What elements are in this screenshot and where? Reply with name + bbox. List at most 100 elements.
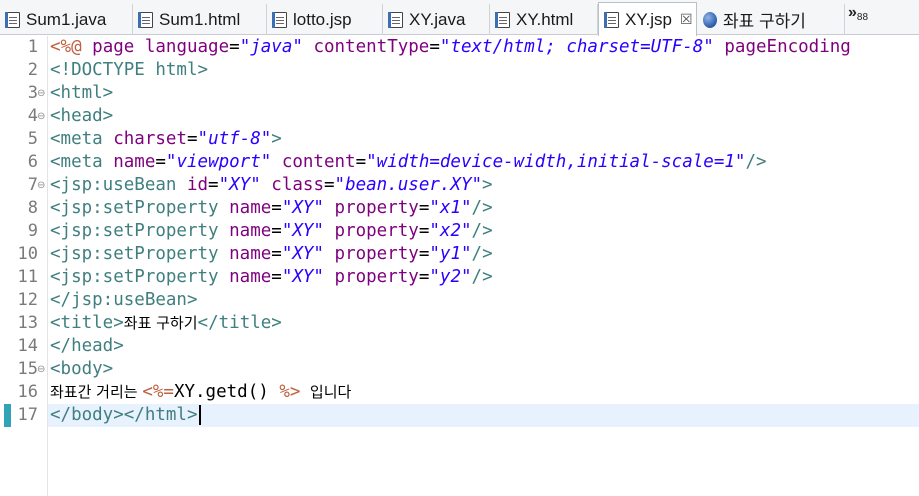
code-token: </title> [197,313,282,333]
code-token: "bean.user.XY" [334,175,483,195]
tab-label: Sum1.java [26,9,107,29]
code-line[interactable]: </head> [50,335,919,358]
close-tab-icon[interactable]: ☒ [680,11,693,28]
code-token: name [229,244,272,264]
code-line[interactable]: <html> [50,82,919,105]
fold-toggle-icon[interactable]: ⊖ [37,174,45,197]
code-token: = [271,244,282,264]
code-token: <%= [142,382,174,402]
code-line[interactable]: <jsp:setProperty name="XY" property="y2"… [50,266,919,289]
code-token: id [186,175,209,195]
code-token: <html> [50,83,114,103]
fold-toggle-icon[interactable]: ⊖ [37,105,45,128]
tab-browser-preview[interactable]: 좌표 구하기 [697,4,845,35]
code-token: /> [471,198,493,218]
text-caret [198,405,201,425]
tab-label: XY.java [409,9,466,29]
code-editor[interactable]: 1 <%@ page language="java" contentType="t… [0,36,919,496]
code-line[interactable]: <title>좌표 구하기</title> [50,312,919,335]
line-number: 7 [27,175,38,195]
line-number: 9 [27,221,38,241]
code-token: <head> [50,106,114,126]
code-line[interactable]: <jsp:useBean id="XY" class="bean.user.XY… [50,174,919,197]
code-token: = [229,37,240,57]
code-line[interactable]: <body> [50,358,919,381]
tab-label: Sum1.html [159,9,241,29]
code-token: /> [471,221,493,241]
tab-lotto-jsp[interactable]: lotto.jsp [267,4,383,35]
code-token: = [186,129,198,149]
code-line[interactable]: 좌표간 거리는 <%=XY.getd() %> 입니다 [50,381,919,404]
code-token: property [334,198,419,218]
line-number: 1 [27,37,38,57]
fold-toggle-icon[interactable]: ⊖ [37,358,45,381]
code-token: 좌표간 거리는 [50,383,143,401]
line-number: 8 [27,198,38,218]
code-line[interactable]: </body></html> [50,404,919,427]
code-line[interactable]: <head> [50,105,919,128]
code-line[interactable]: <meta name="viewport" content="width=dev… [50,151,919,174]
tab-sum1-html[interactable]: Sum1.html [133,4,267,35]
code-token: "utf-8" [197,129,272,149]
code-token: <meta [50,129,114,149]
code-line[interactable]: <jsp:setProperty name="XY" property="y1"… [50,243,919,266]
code-token: = [271,221,282,241]
code-token: "viewport" [165,152,272,172]
code-line[interactable]: <jsp:setProperty name="XY" property="x1"… [50,197,919,220]
code-token: name [113,152,156,172]
web-browser-icon [703,11,717,28]
line-number: 13 [17,313,38,333]
code-token: <jsp:setProperty [50,221,230,241]
code-line[interactable]: <!DOCTYPE html> [50,59,919,82]
code-token: name [229,267,272,287]
code-token: /> [745,152,767,172]
code-line[interactable]: </jsp:useBean> [50,289,919,312]
code-token: %> [279,382,301,402]
tab-overflow-button[interactable]: »88 [848,4,869,23]
hidden-tab-count: 88 [856,12,869,23]
code-token: XY.getd() [173,382,280,402]
code-token: = [429,37,440,57]
code-line[interactable]: <%@ page language="java" contentType="te… [50,36,919,59]
code-token: = [355,152,367,172]
html-file-icon [495,11,510,28]
tab-xy-html[interactable]: XY.html [490,4,598,35]
tab-xy-java[interactable]: XY.java [383,4,490,35]
line-number: 16 [17,382,38,402]
code-token: "y1" [429,244,472,264]
code-token: "x1" [429,198,472,218]
line-number: 10 [17,244,38,264]
code-line[interactable]: <meta charset="utf-8"> [50,128,919,151]
code-token: = [418,198,430,218]
html-file-icon [138,11,153,28]
code-token: = [271,267,282,287]
code-token: content [281,152,356,172]
code-token: 입니다 [300,383,352,401]
tab-label: lotto.jsp [293,9,352,29]
code-token: page [92,37,145,57]
code-token: contentType [313,37,430,57]
code-line[interactable]: <jsp:setProperty name="XY" property="x2"… [50,220,919,243]
tab-sum1-java[interactable]: Sum1.java [0,4,133,35]
code-token: <jsp:setProperty [50,267,230,287]
fold-toggle-icon[interactable]: ⊖ [37,82,45,105]
code-token: </body></html> [50,405,198,425]
java-file-icon [5,11,20,28]
line-number: 14 [17,336,38,356]
code-token: = [418,267,430,287]
line-number: 3 [27,83,38,103]
code-token: "XY" [218,175,261,195]
code-token: "XY" [281,267,324,287]
tab-label: 좌표 구하기 [723,12,806,31]
code-token: <jsp:useBean [50,175,187,195]
code-token: 좌표 구하기 [123,314,198,332]
code-token: language [144,37,230,57]
code-token: <title> [50,313,124,333]
current-line-marker [4,404,11,427]
tab-xy-jsp[interactable]: XY.jsp ☒ [598,2,697,36]
code-token: property [334,244,419,264]
